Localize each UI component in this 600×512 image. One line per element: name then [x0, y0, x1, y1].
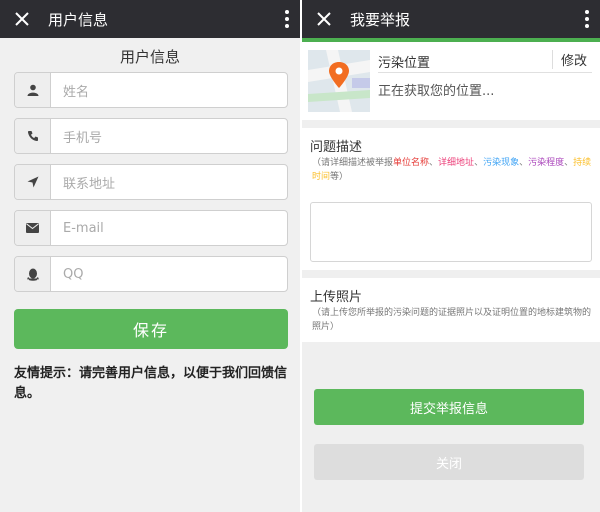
- qq-field[interactable]: QQ: [14, 256, 288, 292]
- close-report-button[interactable]: 关闭: [314, 444, 584, 480]
- problem-title: 问题描述: [310, 140, 363, 155]
- photo-hint: （请上传您所举报的污染问题的证据照片以及证明位置的地标建筑物的照片）: [312, 308, 592, 332]
- name-input[interactable]: 姓名: [51, 73, 287, 107]
- form-title: 用户信息: [119, 48, 180, 66]
- close-button[interactable]: [302, 11, 346, 27]
- header-title: 用户信息: [48, 10, 109, 29]
- qq-icon: [15, 257, 51, 291]
- email-field[interactable]: E-mail: [14, 210, 288, 246]
- phone-field[interactable]: 手机号: [14, 118, 288, 154]
- location-title: 污染位置: [378, 56, 431, 71]
- submit-report-button[interactable]: 提交举报信息: [314, 389, 584, 425]
- photo-title: 上传照片: [310, 290, 363, 305]
- save-button[interactable]: 保存: [14, 309, 288, 349]
- user-icon: [15, 73, 51, 107]
- location-card: 污染位置 修改 正在获取您的位置...: [302, 42, 600, 120]
- envelope-icon: [15, 211, 51, 245]
- problem-textarea[interactable]: [310, 202, 592, 262]
- name-field[interactable]: 姓名: [14, 72, 288, 108]
- top-bar: 用户信息: [0, 0, 300, 38]
- photo-section: 上传照片 （请上传您所举报的污染问题的证据照片以及证明位置的地标建筑物的照片）: [302, 278, 600, 342]
- phone-icon: [15, 119, 51, 153]
- address-field[interactable]: 联系地址: [14, 164, 288, 200]
- top-bar: 我要举报: [302, 0, 600, 38]
- location-divider: [378, 72, 592, 73]
- email-input[interactable]: E-mail: [51, 211, 287, 245]
- edit-location-button[interactable]: 修改: [552, 50, 587, 69]
- location-status: 正在获取您的位置...: [378, 84, 495, 99]
- problem-section: 问题描述 （请详细描述被举报单位名称、详细地址、污染现象、污染程度、持续时间等）: [302, 128, 600, 270]
- problem-hint: （请详细描述被举报单位名称、详细地址、污染现象、污染程度、持续时间等）: [312, 158, 592, 182]
- friendly-tip: 友情提示：请完善用户信息，以便于我们回馈信息。: [14, 366, 288, 401]
- close-button[interactable]: [0, 11, 44, 27]
- more-menu-button[interactable]: [574, 10, 600, 28]
- user-info-screen: 用户信息 用户信息 姓名 手机号 联系地址 E-mail QQ 保存 友情提示：…: [0, 0, 300, 512]
- map-thumbnail[interactable]: [308, 50, 370, 112]
- qq-input[interactable]: QQ: [51, 257, 287, 291]
- address-input[interactable]: 联系地址: [51, 165, 287, 199]
- report-screen: 我要举报 污染位置 修改 正在获取您的位置... 问题描述 （请详细描述被举报单…: [302, 0, 600, 512]
- header-title: 我要举报: [350, 10, 411, 29]
- phone-input[interactable]: 手机号: [51, 119, 287, 153]
- close-icon: [317, 12, 331, 26]
- more-dots-icon: [285, 10, 289, 14]
- more-menu-button[interactable]: [274, 10, 300, 28]
- close-icon: [15, 12, 29, 26]
- more-dots-icon: [585, 10, 589, 14]
- location-arrow-icon: [15, 165, 51, 199]
